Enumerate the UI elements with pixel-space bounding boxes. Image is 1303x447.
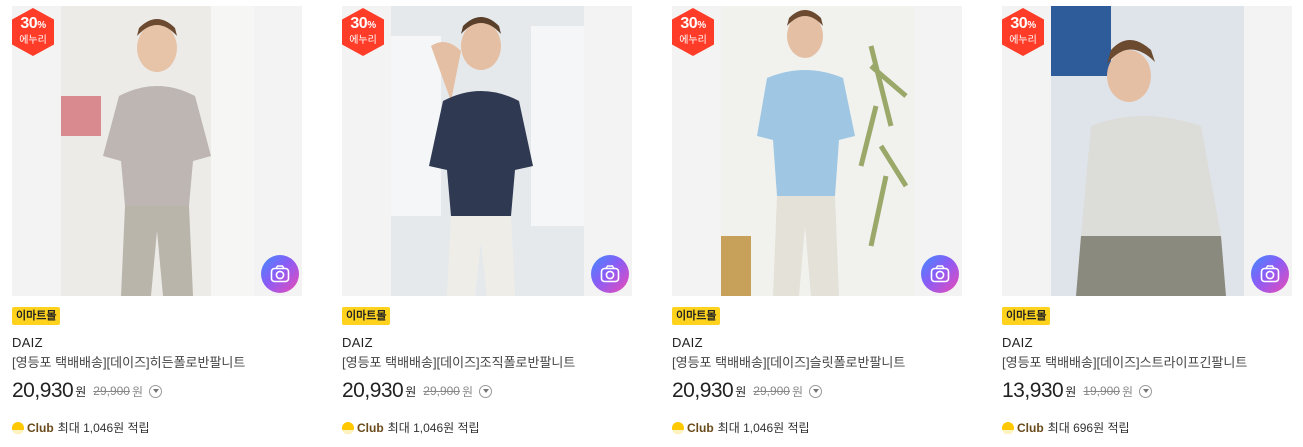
club-name: Club <box>1017 421 1044 435</box>
club-name: Club <box>27 421 54 435</box>
price-row: 20,930 원 29,900 원 <box>12 379 302 403</box>
product-grid: 30% 에누리 이마트몰 DAIZ [영등포 택배배송][데이즈]히든폴로반팔니… <box>0 0 1303 447</box>
sale-price: 13,930 <box>1002 379 1064 402</box>
sale-price-unit: 원 <box>1065 384 1077 399</box>
mall-badge[interactable]: 이마트몰 <box>672 307 721 325</box>
product-brand[interactable]: DAIZ <box>1002 335 1292 351</box>
product-info: 이마트몰 DAIZ [영등포 택배배송][데이즈]스트라이프긴팔니트 13,93… <box>1002 296 1292 435</box>
chevron-down-circle-icon[interactable] <box>809 384 823 398</box>
product-photo <box>721 6 914 296</box>
discount-unit: % <box>37 20 46 31</box>
discount-badge: 30% 에누리 <box>1002 8 1044 56</box>
product-photo <box>391 6 584 296</box>
club-reward: Club 최대 1,046원 적립 <box>342 421 632 435</box>
mall-badge[interactable]: 이마트몰 <box>12 307 61 325</box>
club-name: Club <box>687 421 714 435</box>
chevron-down-circle-icon[interactable] <box>1139 384 1153 398</box>
chevron-down-circle-icon[interactable] <box>479 384 493 398</box>
camera-icon <box>930 265 950 283</box>
club-reward-text: 최대 1,046원 적립 <box>717 421 810 435</box>
discount-label: 에누리 <box>679 35 707 46</box>
club-coin-icon <box>342 422 354 434</box>
mall-badge[interactable]: 이마트몰 <box>1002 307 1051 325</box>
camera-icon <box>600 265 620 283</box>
sale-price: 20,930 <box>342 379 404 402</box>
product-thumbnail[interactable]: 30% 에누리 <box>342 6 632 296</box>
sale-price-unit: 원 <box>735 384 747 399</box>
original-price-unit: 원 <box>791 384 804 399</box>
original-price: 19,900 <box>1083 384 1120 398</box>
product-thumbnail[interactable]: 30% 에누리 <box>672 6 962 296</box>
camera-search-button[interactable] <box>261 255 299 293</box>
mall-badge[interactable]: 이마트몰 <box>342 307 391 325</box>
price-row: 20,930 원 29,900 원 <box>672 379 962 403</box>
product-title[interactable]: [영등포 택배배송][데이즈]스트라이프긴팔니트 <box>1002 354 1292 372</box>
product-brand[interactable]: DAIZ <box>672 335 962 351</box>
product-title[interactable]: [영등포 택배배송][데이즈]히든폴로반팔니트 <box>12 354 302 372</box>
product-title[interactable]: [영등포 택배배송][데이즈]조직폴로반팔니트 <box>342 354 632 372</box>
discount-percent: 30 <box>680 15 698 32</box>
discount-percent: 30 <box>1010 15 1028 32</box>
camera-search-button[interactable] <box>591 255 629 293</box>
sale-price-unit: 원 <box>405 384 417 399</box>
price-row: 13,930 원 19,900 원 <box>1002 379 1292 403</box>
product-info: 이마트몰 DAIZ [영등포 택배배송][데이즈]슬릿폴로반팔니트 20,930… <box>672 296 962 435</box>
discount-unit: % <box>367 20 376 31</box>
original-price-unit: 원 <box>1121 384 1134 399</box>
product-thumbnail[interactable]: 30% 에누리 <box>1002 6 1292 296</box>
product-thumbnail[interactable]: 30% 에누리 <box>12 6 302 296</box>
camera-search-button[interactable] <box>921 255 959 293</box>
sale-price: 20,930 <box>12 379 74 402</box>
discount-unit: % <box>697 20 706 31</box>
product-card[interactable]: 30% 에누리 <box>1002 6 1292 436</box>
discount-label: 에누리 <box>19 35 47 46</box>
original-price: 29,900 <box>753 384 790 398</box>
club-coin-icon <box>12 422 24 434</box>
discount-percent: 30 <box>20 15 38 32</box>
camera-search-button[interactable] <box>1251 255 1289 293</box>
club-coin-icon <box>1002 422 1014 434</box>
product-brand[interactable]: DAIZ <box>12 335 302 351</box>
product-card[interactable]: 30% 에누리 <box>12 6 302 436</box>
product-card[interactable]: 30% 에누리 <box>672 6 962 436</box>
club-reward-text: 최대 696원 적립 <box>1047 421 1130 435</box>
discount-percent: 30 <box>350 15 368 32</box>
product-title[interactable]: [영등포 택배배송][데이즈]슬릿폴로반팔니트 <box>672 354 962 372</box>
discount-badge: 30% 에누리 <box>672 8 714 56</box>
sale-price: 20,930 <box>672 379 734 402</box>
club-coin-icon <box>672 422 684 434</box>
discount-unit: % <box>1027 20 1036 31</box>
original-price: 29,900 <box>423 384 460 398</box>
product-info: 이마트몰 DAIZ [영등포 택배배송][데이즈]히든폴로반팔니트 20,930… <box>12 296 302 435</box>
club-name: Club <box>357 421 384 435</box>
sale-price-unit: 원 <box>75 384 87 399</box>
product-brand[interactable]: DAIZ <box>342 335 632 351</box>
product-card[interactable]: 30% 에누리 <box>342 6 632 436</box>
original-price-unit: 원 <box>131 384 144 399</box>
original-price: 29,900 <box>93 384 130 398</box>
product-info: 이마트몰 DAIZ [영등포 택배배송][데이즈]조직폴로반팔니트 20,930… <box>342 296 632 435</box>
price-row: 20,930 원 29,900 원 <box>342 379 632 403</box>
club-reward-text: 최대 1,046원 적립 <box>57 421 150 435</box>
camera-icon <box>270 265 290 283</box>
discount-label: 에누리 <box>1009 35 1037 46</box>
original-price-unit: 원 <box>461 384 474 399</box>
club-reward-text: 최대 1,046원 적립 <box>387 421 480 435</box>
product-photo <box>1051 6 1244 296</box>
discount-badge: 30% 에누리 <box>342 8 384 56</box>
discount-label: 에누리 <box>349 35 377 46</box>
club-reward: Club 최대 1,046원 적립 <box>12 421 302 435</box>
club-reward: Club 최대 1,046원 적립 <box>672 421 962 435</box>
club-reward: Club 최대 696원 적립 <box>1002 421 1292 435</box>
product-photo <box>61 6 254 296</box>
chevron-down-circle-icon[interactable] <box>149 384 163 398</box>
discount-badge: 30% 에누리 <box>12 8 54 56</box>
camera-icon <box>1260 265 1280 283</box>
